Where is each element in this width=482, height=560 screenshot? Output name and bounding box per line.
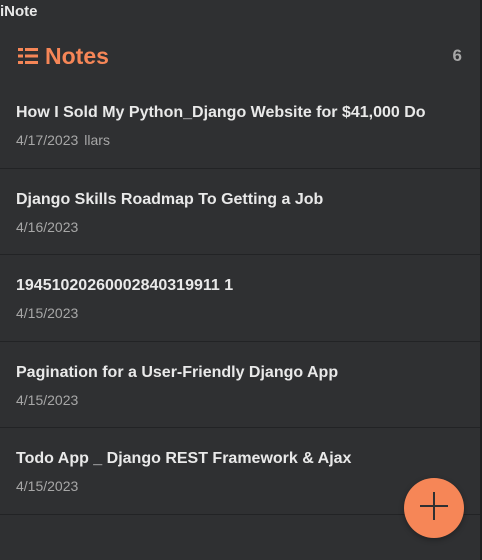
note-date: 4/15/2023 xyxy=(16,478,79,495)
page-title: Notes xyxy=(45,42,109,69)
note-meta: 4/17/2023 llars xyxy=(16,132,466,148)
list-item[interactable]: Django Skills Roadmap To Getting a Job 4… xyxy=(0,169,482,256)
note-meta: 4/15/2023 xyxy=(16,478,466,494)
notes-header: Notes 6 xyxy=(0,30,482,82)
note-date: 4/17/2023 xyxy=(16,132,79,148)
note-meta: 4/16/2023 xyxy=(16,219,466,235)
app-window: iNote Notes 6 How I Sold My Python_Djang… xyxy=(0,0,482,560)
note-title: Todo App _ Django REST Framework & Ajax xyxy=(16,450,352,468)
add-note-button[interactable] xyxy=(404,478,464,538)
notes-count: 6 xyxy=(452,46,462,65)
header-title-group: Notes xyxy=(18,43,109,70)
app-title: iNote xyxy=(0,3,38,20)
list-item[interactable]: Pagination for a User-Friendly Django Ap… xyxy=(0,342,482,429)
note-title: Pagination for a User-Friendly Django Ap… xyxy=(16,363,339,381)
list-item[interactable]: How I Sold My Python_Django Website for … xyxy=(0,82,482,169)
note-date: 4/15/2023 xyxy=(16,391,79,408)
note-meta: 4/15/2023 xyxy=(16,392,466,408)
note-meta: 4/15/2023 xyxy=(16,305,466,321)
note-date: 4/16/2023 xyxy=(16,218,79,235)
list-item[interactable]: 19451020260002840319911 1 4/15/2023 xyxy=(0,255,482,342)
note-title: Django Skills Roadmap To Getting a Job xyxy=(16,190,324,208)
note-title: How I Sold My Python_Django Website for … xyxy=(16,104,426,121)
list-icon xyxy=(18,46,38,66)
plus-icon xyxy=(418,490,450,527)
note-title: 19451020260002840319911 1 xyxy=(16,277,234,295)
note-date: 4/15/2023 xyxy=(16,305,79,322)
notes-list: How I Sold My Python_Django Website for … xyxy=(0,82,482,515)
note-preview: llars xyxy=(84,132,110,148)
